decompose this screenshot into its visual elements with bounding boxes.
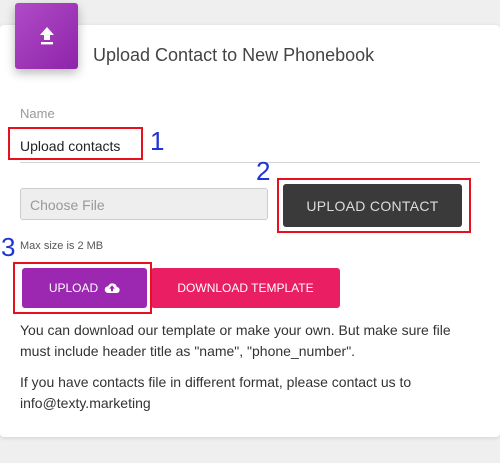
name-label: Name	[20, 106, 55, 121]
upload-contact-label: UPLOAD CONTACT	[306, 197, 439, 214]
upload-label: UPLOAD	[48, 281, 99, 295]
template-instructions: You can download our template or make yo…	[20, 322, 451, 359]
upload-arrow-icon	[38, 26, 56, 46]
upload-button[interactable]: UPLOAD	[22, 268, 147, 308]
contact-support-note: If you have contacts file in different f…	[20, 374, 412, 411]
annotation-number-2: 2	[256, 156, 271, 186]
annotation-number-3: 3	[1, 232, 16, 262]
name-underline	[20, 162, 480, 163]
upload-contact-button[interactable]: UPLOAD CONTACT	[283, 184, 462, 227]
max-size-note: Max size is 2 MB	[20, 240, 104, 252]
download-template-button[interactable]: DOWNLOAD TEMPLATE	[151, 268, 340, 308]
annotation-number-1: 1	[150, 126, 165, 156]
name-field[interactable]: Upload contacts	[20, 138, 120, 154]
choose-file-input[interactable]: Choose File	[20, 188, 268, 220]
cloud-upload-icon	[104, 282, 120, 294]
download-template-label: DOWNLOAD TEMPLATE	[177, 281, 314, 295]
upload-tile	[15, 3, 78, 69]
page-title: Upload Contact to New Phonebook	[93, 45, 375, 65]
